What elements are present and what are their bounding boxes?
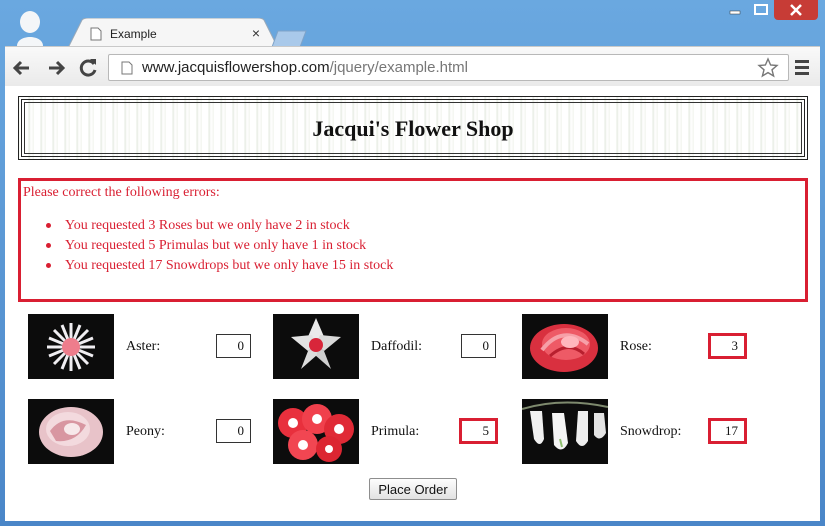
flower-label: Primula: xyxy=(371,424,420,439)
error-item: You requested 5 Primulas but we only hav… xyxy=(45,237,393,257)
aster-image xyxy=(28,314,114,379)
primula-quantity-input[interactable] xyxy=(459,418,498,444)
error-list: You requested 3 Roses but we only have 2… xyxy=(45,217,393,277)
tab-example[interactable]: Example × xyxy=(68,18,278,48)
address-bar[interactable]: www.jacquisflowershop.com/jquery/example… xyxy=(108,54,789,81)
flower-peony: Peony: xyxy=(28,399,268,465)
url-text: www.jacquisflowershop.com/jquery/example… xyxy=(142,59,468,76)
maximize-icon[interactable] xyxy=(748,0,774,20)
flower-snowdrop: Snowdrop: xyxy=(522,399,762,465)
daffodil-quantity-input[interactable] xyxy=(461,334,496,358)
flower-aster: Aster: xyxy=(28,314,268,380)
browser-window: Example × www.jacquisflowershop.com/jque… xyxy=(0,0,825,526)
error-item: You requested 17 Snowdrops but we only h… xyxy=(45,257,393,277)
minimize-icon[interactable] xyxy=(722,0,748,20)
peony-quantity-input[interactable] xyxy=(216,419,251,443)
flower-label: Peony: xyxy=(126,424,165,439)
page-icon xyxy=(121,61,133,75)
primula-image xyxy=(273,399,359,464)
page-viewport: Jacqui's Flower Shop Please correct the … xyxy=(5,86,820,521)
snowdrop-quantity-input[interactable] xyxy=(708,418,747,444)
flower-rose: Rose: xyxy=(522,314,762,380)
tab-title: Example xyxy=(110,27,157,41)
menu-icon[interactable] xyxy=(792,58,812,76)
place-order-button[interactable]: Place Order xyxy=(369,478,457,500)
peony-image xyxy=(28,399,114,464)
flower-label: Aster: xyxy=(126,339,161,354)
error-item: You requested 3 Roses but we only have 2… xyxy=(45,217,393,237)
page-header: Jacqui's Flower Shop xyxy=(18,96,808,160)
profile-avatar-icon[interactable] xyxy=(13,8,47,46)
url-path: /jquery/example.html xyxy=(329,59,468,76)
page-icon xyxy=(90,27,102,41)
back-arrow-icon[interactable] xyxy=(9,55,35,81)
close-window-icon[interactable] xyxy=(774,0,818,20)
window-controls xyxy=(722,0,818,20)
bookmark-star-icon[interactable] xyxy=(757,57,779,79)
error-summary: Please correct the following errors: You… xyxy=(18,178,808,302)
forward-arrow-icon[interactable] xyxy=(43,55,69,81)
reload-icon[interactable] xyxy=(75,55,101,81)
flower-label: Rose: xyxy=(620,339,652,354)
error-intro: Please correct the following errors: xyxy=(23,185,220,200)
flower-label: Snowdrop: xyxy=(620,424,682,439)
rose-image xyxy=(522,314,608,379)
rose-quantity-input[interactable] xyxy=(708,333,747,359)
close-tab-icon[interactable]: × xyxy=(248,25,264,41)
flower-daffodil: Daffodil: xyxy=(273,314,513,380)
page-title: Jacqui's Flower Shop xyxy=(312,116,514,141)
aster-quantity-input[interactable] xyxy=(216,334,251,358)
url-host: www.jacquisflowershop.com xyxy=(142,59,330,76)
flower-primula: Primula: xyxy=(273,399,513,465)
snowdrop-image xyxy=(522,399,608,464)
browser-toolbar: www.jacquisflowershop.com/jquery/example… xyxy=(5,46,820,86)
daffodil-image xyxy=(273,314,359,379)
tab-strip: Example × xyxy=(0,0,825,48)
flower-label: Daffodil: xyxy=(371,339,423,354)
